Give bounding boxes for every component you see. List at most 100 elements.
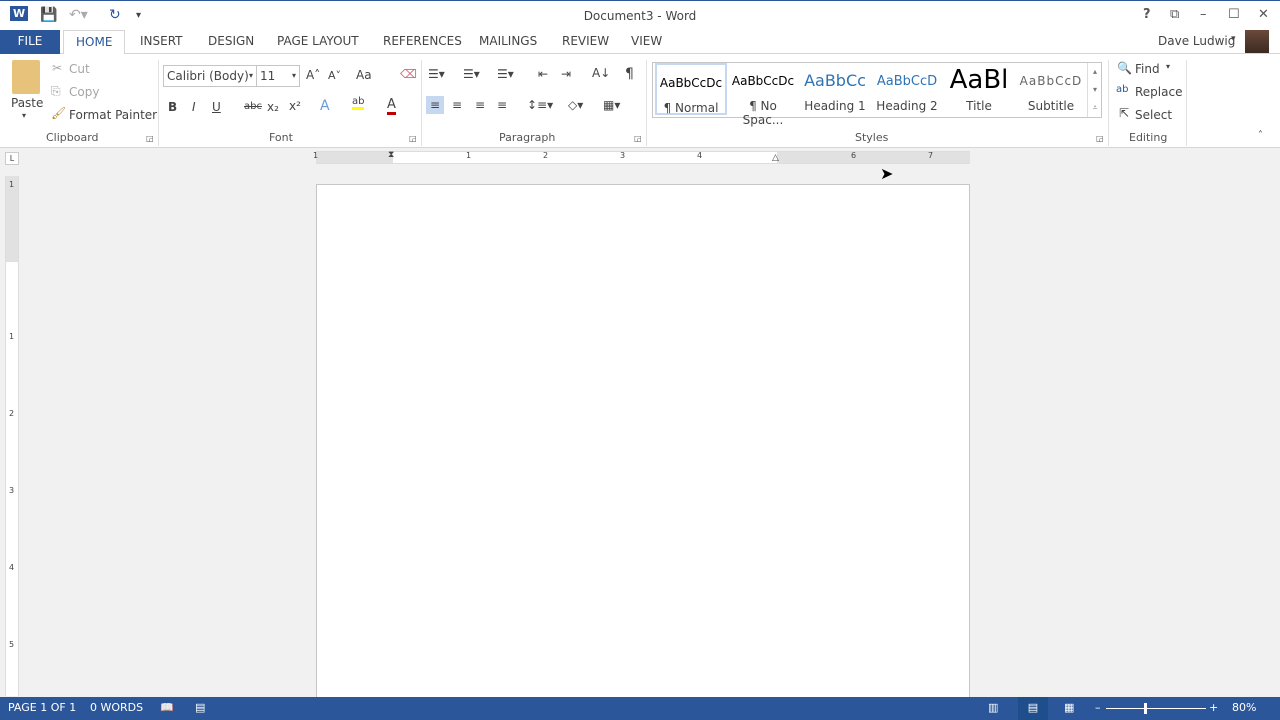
- zoom-slider-thumb[interactable]: [1143, 703, 1147, 714]
- scroll-down-icon[interactable]: ▾: [1088, 81, 1102, 99]
- more-styles-icon[interactable]: ⩡: [1088, 99, 1102, 117]
- title-bar: W 💾 ↶▾ ↻ ▾ Document3 - Word ? ⧉ – ☐ ✕: [0, 0, 1280, 30]
- format-painter-button[interactable]: Format Painter: [69, 108, 157, 122]
- avatar[interactable]: [1245, 30, 1269, 53]
- tab-review[interactable]: REVIEW: [550, 30, 621, 54]
- multilevel-list-icon[interactable]: ☰▾: [497, 67, 514, 81]
- borders-icon[interactable]: ▦▾: [603, 98, 620, 112]
- proofing-icon[interactable]: 📖: [160, 701, 174, 714]
- divider: [1108, 60, 1109, 146]
- strikethrough-button[interactable]: abc: [244, 101, 262, 112]
- minimize-icon[interactable]: –: [1200, 7, 1207, 22]
- indent-marker-icon[interactable]: ⧗: [388, 150, 394, 160]
- scroll-up-icon[interactable]: ▴: [1088, 63, 1102, 81]
- group-label-font: Font: [269, 131, 293, 144]
- find-button[interactable]: Find: [1135, 62, 1160, 76]
- tab-references[interactable]: REFERENCES: [371, 30, 474, 54]
- decrease-indent-icon[interactable]: ⇤: [538, 67, 548, 81]
- tab-mailings[interactable]: MAILINGS: [467, 30, 549, 54]
- ruler-number: 3: [620, 151, 626, 160]
- vertical-ruler[interactable]: 1 1 2 3 4 5: [5, 176, 19, 696]
- bullets-icon[interactable]: ☰▾: [428, 67, 445, 81]
- status-bar: PAGE 1 OF 1 0 WORDS 📖 ▤ ▥ ▤ ▦ – + 80%: [0, 697, 1280, 720]
- shrink-font-icon[interactable]: A˅: [328, 69, 341, 82]
- window-title: Document3 - Word: [583, 9, 697, 23]
- numbering-icon[interactable]: ☰▾: [463, 67, 480, 81]
- style-subtitle[interactable]: AaBbCcD Subtitle: [1015, 63, 1087, 117]
- zoom-in-icon[interactable]: +: [1209, 701, 1218, 714]
- styles-scroll[interactable]: ▴ ▾ ⩡: [1087, 63, 1102, 117]
- page-count[interactable]: PAGE 1 OF 1: [8, 701, 76, 714]
- show-formatting-button[interactable]: ¶: [625, 66, 634, 82]
- clear-formatting-icon[interactable]: ⌫: [400, 67, 417, 81]
- styles-launcher-icon[interactable]: ◲: [1096, 134, 1104, 143]
- text-effects-icon[interactable]: A: [320, 98, 330, 114]
- macro-icon[interactable]: ▤: [195, 701, 205, 714]
- maximize-icon[interactable]: ☐: [1228, 7, 1240, 22]
- ribbon-display-icon[interactable]: ⧉: [1170, 7, 1179, 22]
- style-normal[interactable]: AaBbCcDc ¶ Normal: [655, 63, 727, 115]
- copy-button[interactable]: Copy: [69, 85, 99, 99]
- increase-indent-icon[interactable]: ⇥: [561, 67, 571, 81]
- tab-page-layout[interactable]: PAGE LAYOUT: [265, 30, 371, 54]
- read-mode-icon[interactable]: ▥: [988, 701, 998, 714]
- close-icon[interactable]: ✕: [1258, 7, 1269, 22]
- print-layout-icon[interactable]: ▤: [1018, 697, 1048, 720]
- cut-button[interactable]: Cut: [69, 62, 90, 76]
- style-name: ¶ No Spac...: [742, 99, 784, 127]
- tab-view[interactable]: VIEW: [619, 30, 674, 54]
- font-name-select[interactable]: Calibri (Body) ▾: [163, 65, 257, 87]
- style-heading-2[interactable]: AaBbCcD Heading 2: [871, 63, 943, 117]
- style-heading-1[interactable]: AaBbCc Heading 1: [799, 63, 871, 117]
- cut-icon: ✂: [52, 61, 63, 75]
- shading-icon[interactable]: ◇▾: [568, 98, 583, 112]
- zoom-level[interactable]: 80%: [1232, 701, 1256, 714]
- tab-insert[interactable]: INSERT: [128, 30, 195, 54]
- line-spacing-icon[interactable]: ↕≡▾: [527, 98, 553, 112]
- align-left-icon[interactable]: ≡: [426, 96, 445, 114]
- sort-icon[interactable]: A↓: [592, 66, 610, 80]
- paragraph-launcher-icon[interactable]: ◲: [634, 134, 642, 143]
- font-size-select[interactable]: 11 ▾: [256, 65, 300, 87]
- word-count[interactable]: 0 WORDS: [90, 701, 143, 714]
- underline-button[interactable]: U: [212, 100, 221, 114]
- tab-home[interactable]: HOME: [63, 30, 126, 55]
- paste-button[interactable]: Paste: [11, 96, 43, 110]
- highlight-icon[interactable]: ab: [352, 96, 365, 110]
- font-color-icon[interactable]: A: [387, 97, 396, 115]
- bold-button[interactable]: B: [168, 100, 177, 114]
- grow-font-icon[interactable]: A˄: [306, 68, 320, 82]
- font-launcher-icon[interactable]: ◲: [409, 134, 417, 143]
- tab-selector[interactable]: L: [5, 152, 19, 165]
- document-page[interactable]: [316, 184, 970, 704]
- right-indent-icon[interactable]: △: [772, 153, 779, 163]
- horizontal-ruler[interactable]: 1 1 2 3 4 5 6 7 ⧗ △: [313, 150, 970, 164]
- replace-button[interactable]: Replace: [1135, 85, 1182, 99]
- ruler-number: 2: [9, 409, 15, 418]
- find-dropdown-icon[interactable]: ▾: [1166, 62, 1170, 71]
- ruler-number: 6: [851, 151, 857, 160]
- user-dropdown-icon[interactable]: ▾: [1231, 34, 1236, 44]
- zoom-out-icon[interactable]: –: [1095, 701, 1101, 714]
- user-name[interactable]: Dave Ludwig: [1158, 34, 1235, 48]
- paste-dropdown-icon[interactable]: ▾: [22, 111, 26, 120]
- align-right-icon[interactable]: ≡: [475, 98, 485, 112]
- style-name: Heading 1: [804, 99, 866, 113]
- style-no-spacing[interactable]: AaBbCcDc ¶ No Spac...: [727, 63, 799, 127]
- tab-design[interactable]: DESIGN: [196, 30, 266, 54]
- zoom-slider[interactable]: [1106, 708, 1206, 709]
- clipboard-launcher-icon[interactable]: ◲: [146, 134, 154, 143]
- web-layout-icon[interactable]: ▦: [1064, 701, 1074, 714]
- style-title[interactable]: AaBl Title: [943, 63, 1015, 117]
- italic-button[interactable]: I: [192, 100, 196, 114]
- help-icon[interactable]: ?: [1143, 7, 1151, 22]
- align-center-icon[interactable]: ≡: [452, 98, 462, 112]
- superscript-button[interactable]: x²: [289, 99, 301, 113]
- select-button[interactable]: Select: [1135, 108, 1172, 122]
- collapse-ribbon-icon[interactable]: ˄: [1258, 130, 1263, 141]
- change-case-icon[interactable]: Aa: [356, 68, 372, 82]
- paste-icon[interactable]: [12, 60, 40, 94]
- justify-icon[interactable]: ≡: [497, 98, 507, 112]
- tab-file[interactable]: FILE: [0, 30, 60, 54]
- subscript-button[interactable]: x₂: [267, 100, 279, 114]
